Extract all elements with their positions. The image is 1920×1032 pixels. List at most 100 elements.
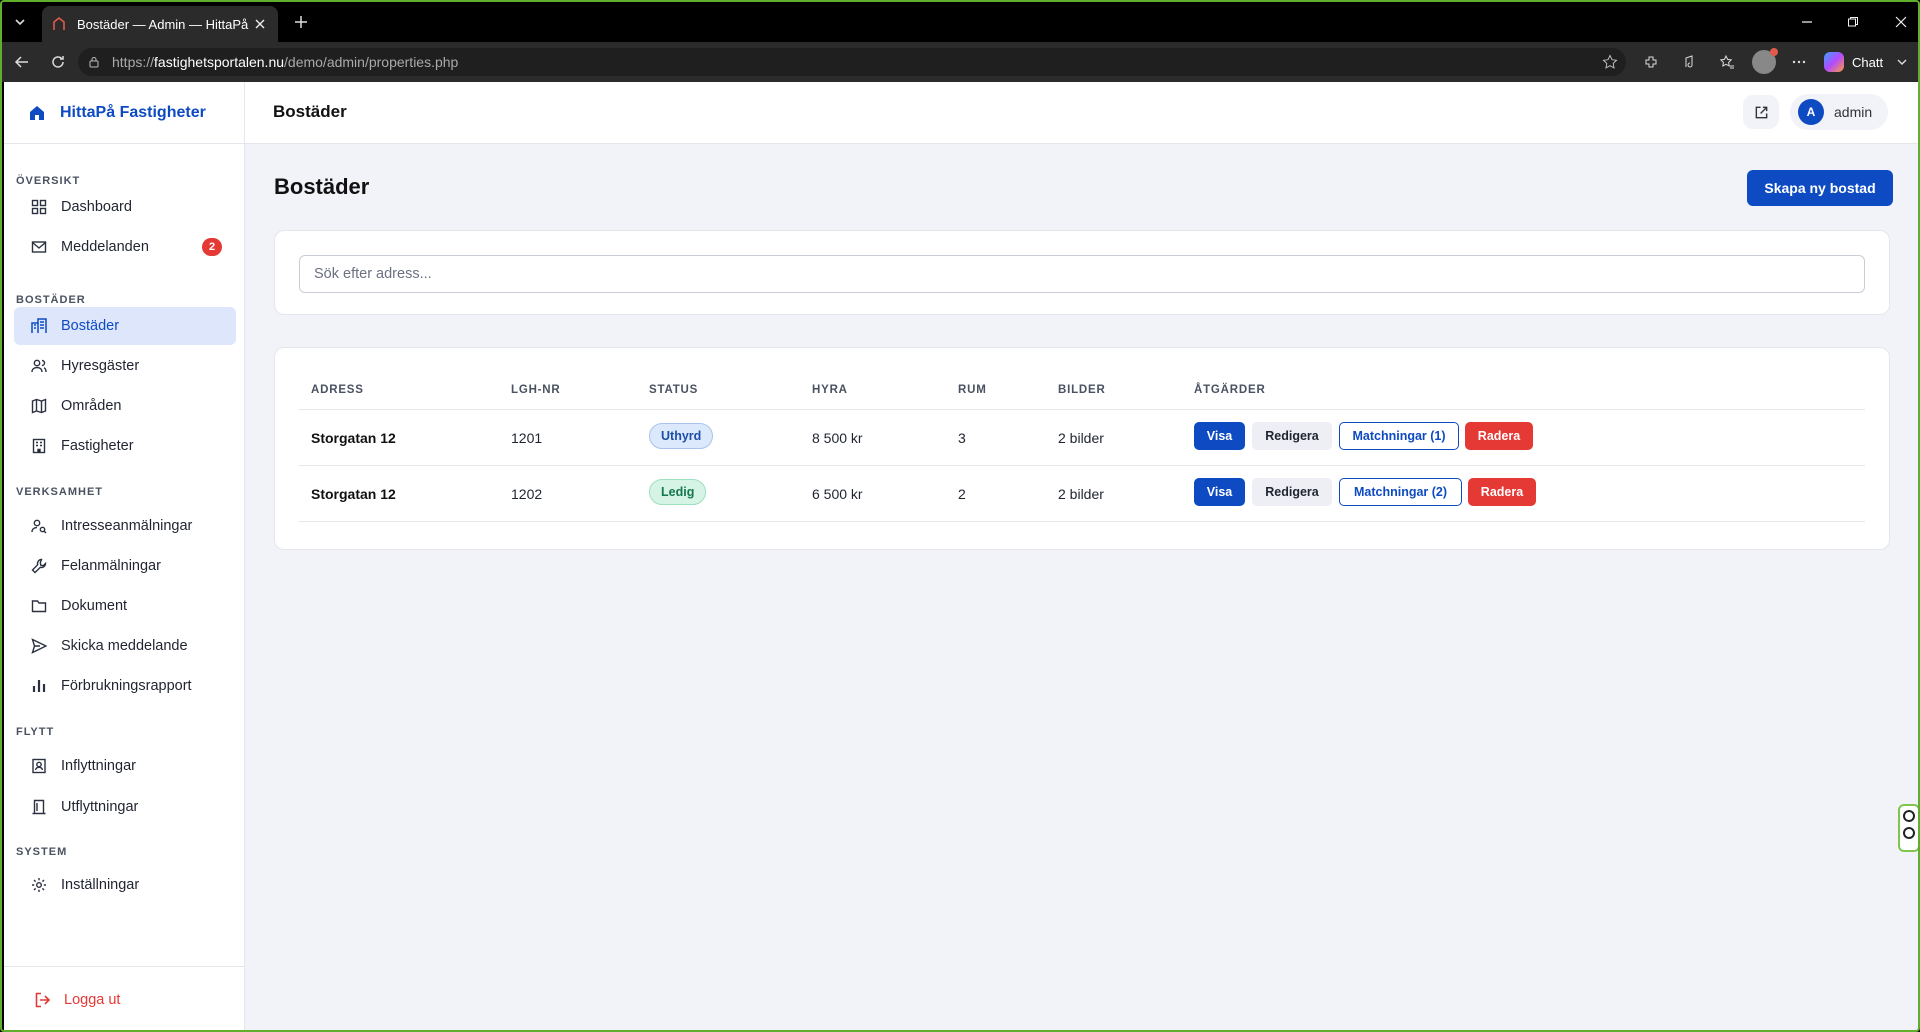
- read-aloud-icon[interactable]: [1680, 51, 1702, 73]
- edit-button[interactable]: Redigera: [1252, 478, 1332, 506]
- sidebar-item-bostader[interactable]: Bostäder: [14, 307, 236, 345]
- sidebar-item-forbrukningsrapport[interactable]: Förbrukningsrapport: [14, 667, 236, 705]
- back-arrow-icon[interactable]: [10, 50, 34, 74]
- user-menu[interactable]: A admin: [1790, 94, 1888, 130]
- sidebar-item-omraden[interactable]: Områden: [14, 387, 236, 425]
- view-button[interactable]: Visa: [1194, 478, 1245, 506]
- sidebar-item-label: Felanmälningar: [61, 558, 161, 574]
- row-divider: [299, 465, 1865, 466]
- sidebar-footer: Logga ut: [4, 966, 245, 1030]
- user-search-icon: [30, 517, 48, 535]
- brand-name: HittaPå Fastigheter: [60, 103, 206, 121]
- sidebar-item-installningar[interactable]: Inställningar: [14, 866, 236, 904]
- status-badge: Uthyrd: [649, 423, 714, 449]
- sidebar-item-label: Fastigheter: [61, 438, 134, 454]
- tab-title: Bostäder — Admin — HittaPå Fasti: [77, 16, 252, 32]
- sidebar-item-label: Utflyttningar: [61, 799, 139, 815]
- sidebar-item-label: Dokument: [61, 598, 128, 614]
- cell-lgh: 1201: [511, 430, 543, 446]
- favorite-star-icon[interactable]: [1602, 54, 1618, 70]
- cell-hyra: 6 500 kr: [812, 486, 863, 502]
- edit-button[interactable]: Redigera: [1252, 422, 1332, 450]
- sidebar-item-label: Skicka meddelande: [61, 638, 188, 654]
- site-favicon-icon: [52, 16, 68, 32]
- delete-button[interactable]: Radera: [1465, 422, 1533, 450]
- brand-link[interactable]: HittaPå Fastigheter: [4, 82, 244, 144]
- browser-tab-active[interactable]: Bostäder — Admin — HittaPå Fasti: [42, 6, 278, 42]
- section-label-verksamhet: VERKSAMHET: [16, 486, 104, 498]
- copilot-chat-button[interactable]: Chatt: [1824, 51, 1907, 73]
- cell-lgh: 1202: [511, 486, 543, 502]
- sidebar-item-intresseanmalningar[interactable]: Intresseanmälningar: [14, 507, 236, 545]
- header-divider: [299, 409, 1865, 410]
- sidebar-item-felanmalningar[interactable]: Felanmälningar: [14, 547, 236, 585]
- column-header-lgh: LGH-NR: [511, 384, 561, 396]
- contact-card-icon: [30, 757, 48, 775]
- users-icon: [30, 357, 48, 375]
- open-site-button[interactable]: [1743, 95, 1779, 129]
- sidebar-item-skicka-meddelande[interactable]: Skicka meddelande: [14, 627, 236, 665]
- office-building-icon: [30, 437, 48, 455]
- bar-chart-icon: [30, 677, 48, 695]
- sidebar-item-label: Dashboard: [61, 199, 132, 215]
- tab-list-chevron-icon[interactable]: [8, 10, 32, 34]
- cell-bilder: 2 bilder: [1058, 430, 1104, 446]
- matches-button[interactable]: Matchningar (2): [1339, 478, 1462, 506]
- restore-icon[interactable]: [1839, 10, 1867, 34]
- cell-bilder: 2 bilder: [1058, 486, 1104, 502]
- sidebar-item-inflyttningar[interactable]: Inflyttningar: [14, 747, 236, 785]
- sidebar-item-dokument[interactable]: Dokument: [14, 587, 236, 625]
- column-header-hyra: HYRA: [812, 384, 848, 396]
- wrench-icon: [30, 557, 48, 575]
- lock-icon: [88, 55, 102, 69]
- close-window-icon[interactable]: [1887, 10, 1915, 34]
- status-badge: Ledig: [649, 479, 707, 505]
- delete-button[interactable]: Radera: [1468, 478, 1536, 506]
- url-path: /demo/admin/properties.php: [284, 54, 459, 70]
- create-property-button[interactable]: Skapa ny bostad: [1747, 170, 1893, 206]
- close-circle-icon: [1903, 810, 1915, 822]
- column-header-atgarder: ÅTGÄRDER: [1194, 384, 1266, 396]
- section-label-flytt: FLYTT: [16, 726, 55, 738]
- address-search-input[interactable]: [299, 255, 1865, 293]
- address-bar[interactable]: https://fastighetsportalen.nu/demo/admin…: [78, 48, 1626, 76]
- browser-profile-avatar[interactable]: [1752, 48, 1778, 74]
- mail-icon: [30, 238, 48, 256]
- cell-rum: 2: [958, 486, 966, 502]
- sidebar-item-dashboard[interactable]: Dashboard: [14, 188, 236, 226]
- home-icon: [30, 105, 44, 120]
- extensions-icon[interactable]: [1640, 51, 1662, 73]
- sidebar-item-hyresgaster[interactable]: Hyresgäster: [14, 347, 236, 385]
- minimize-icon[interactable]: [1793, 10, 1821, 34]
- view-button[interactable]: Visa: [1194, 422, 1245, 450]
- sidebar-item-label: Meddelanden: [61, 239, 149, 255]
- sidebar-item-meddelanden[interactable]: Meddelanden 2: [14, 228, 236, 266]
- close-tab-icon[interactable]: [252, 16, 268, 32]
- favorites-collection-icon[interactable]: [1716, 51, 1738, 73]
- copilot-label: Chatt: [1852, 54, 1884, 70]
- sidebar-item-label: Områden: [61, 398, 122, 414]
- logout-link[interactable]: Logga ut: [34, 991, 120, 1009]
- map-icon: [30, 397, 48, 415]
- properties-table-card: ADRESS LGH-NR STATUS HYRA RUM BILDER ÅTG…: [274, 347, 1890, 550]
- edge-side-widget[interactable]: [1898, 804, 1918, 852]
- more-menu-icon[interactable]: [1788, 51, 1810, 73]
- gear-icon: [30, 876, 48, 894]
- door-icon: [30, 798, 48, 816]
- sidebar-item-utflyttningar[interactable]: Utflyttningar: [14, 788, 236, 826]
- url-prefix: https://: [112, 54, 155, 70]
- row-divider: [299, 521, 1865, 522]
- url-host: fastighetsportalen.nu: [154, 54, 285, 70]
- sidebar-item-fastigheter[interactable]: Fastigheter: [14, 427, 236, 465]
- section-label-system: SYSTEM: [16, 846, 68, 858]
- section-label-bostader: BOSTÄDER: [16, 294, 86, 306]
- dashboard-grid-icon: [30, 198, 48, 216]
- copilot-chevron-icon: [1897, 59, 1907, 65]
- top-header: Bostäder A admin: [245, 82, 1918, 144]
- sidebar-item-label: Förbrukningsrapport: [61, 678, 192, 694]
- matches-button[interactable]: Matchningar (1): [1339, 422, 1459, 450]
- sidebar: HittaPå Fastigheter ÖVERSIKT Dashboard M…: [4, 82, 245, 1030]
- logout-icon: [35, 992, 51, 1008]
- new-tab-plus-icon[interactable]: [290, 11, 312, 33]
- reload-icon[interactable]: [46, 50, 70, 74]
